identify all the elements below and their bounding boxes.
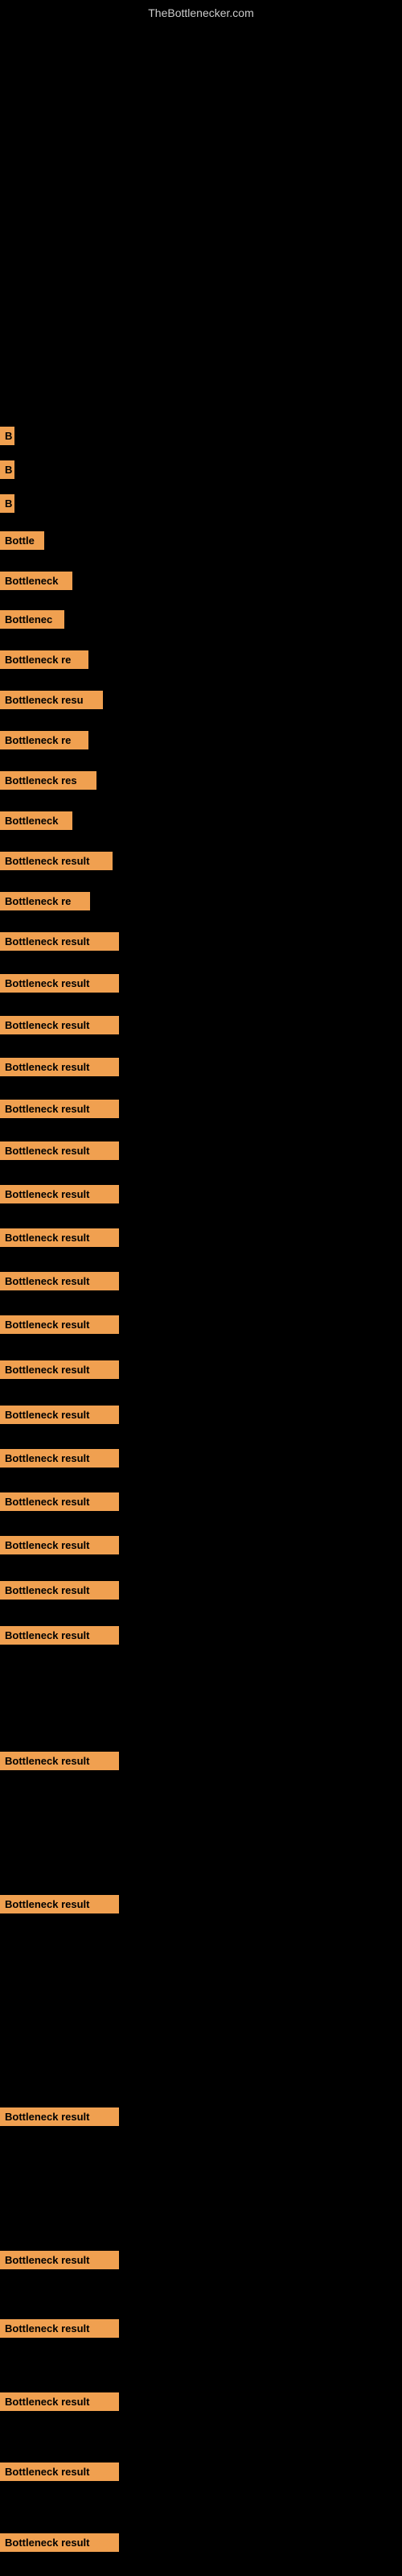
bottleneck-result-item: Bottleneck result — [0, 1058, 119, 1076]
bottleneck-result-item: Bottleneck result — [0, 2107, 119, 2126]
bottleneck-result-item: Bottleneck result — [0, 1100, 119, 1118]
bottleneck-result-item: Bottleneck result — [0, 974, 119, 993]
bottleneck-result-item: Bottleneck result — [0, 1895, 119, 1913]
bottleneck-result-item: Bottleneck — [0, 811, 72, 830]
bottleneck-result-item: Bottleneck result — [0, 1141, 119, 1160]
bottleneck-result-item: Bottleneck — [0, 572, 72, 590]
bottleneck-result-item: Bottleneck result — [0, 1626, 119, 1645]
bottleneck-result-item: Bottleneck result — [0, 932, 119, 951]
bottleneck-result-item: Bottleneck result — [0, 2533, 119, 2552]
bottleneck-result-item: Bottle — [0, 531, 44, 550]
bottleneck-result-item: Bottleneck result — [0, 1752, 119, 1770]
bottleneck-result-item: Bottleneck re — [0, 892, 90, 910]
bottleneck-result-item: Bottleneck result — [0, 1406, 119, 1424]
bottleneck-result-item: Bottleneck result — [0, 1581, 119, 1600]
bottleneck-result-item: Bottlenec — [0, 610, 64, 629]
bottleneck-result-item: Bottleneck result — [0, 1449, 119, 1468]
bottleneck-result-item: Bottleneck result — [0, 1228, 119, 1247]
bottleneck-result-item: Bottleneck result — [0, 1360, 119, 1379]
bottleneck-result-item: Bottleneck re — [0, 650, 88, 669]
bottleneck-result-item: B — [0, 494, 14, 513]
bottleneck-result-item: Bottleneck result — [0, 2392, 119, 2411]
bottleneck-result-item: B — [0, 427, 14, 445]
bottleneck-result-item: Bottleneck result — [0, 1272, 119, 1290]
site-title: TheBottlenecker.com — [0, 0, 402, 23]
bottleneck-result-item: Bottleneck result — [0, 1016, 119, 1034]
bottleneck-result-item: Bottleneck re — [0, 731, 88, 749]
bottleneck-result-item: Bottleneck result — [0, 2462, 119, 2481]
bottleneck-result-item: Bottleneck result — [0, 2251, 119, 2269]
bottleneck-result-item: Bottleneck resu — [0, 691, 103, 709]
bottleneck-result-item: Bottleneck result — [0, 2319, 119, 2338]
bottleneck-result-item: Bottleneck result — [0, 852, 113, 870]
bottleneck-result-item: Bottleneck res — [0, 771, 96, 790]
bottleneck-result-item: Bottleneck result — [0, 1492, 119, 1511]
bottleneck-result-item: Bottleneck result — [0, 1315, 119, 1334]
bottleneck-result-item: Bottleneck result — [0, 1536, 119, 1554]
bottleneck-result-item: B — [0, 460, 14, 479]
bottleneck-result-item: Bottleneck result — [0, 1185, 119, 1203]
